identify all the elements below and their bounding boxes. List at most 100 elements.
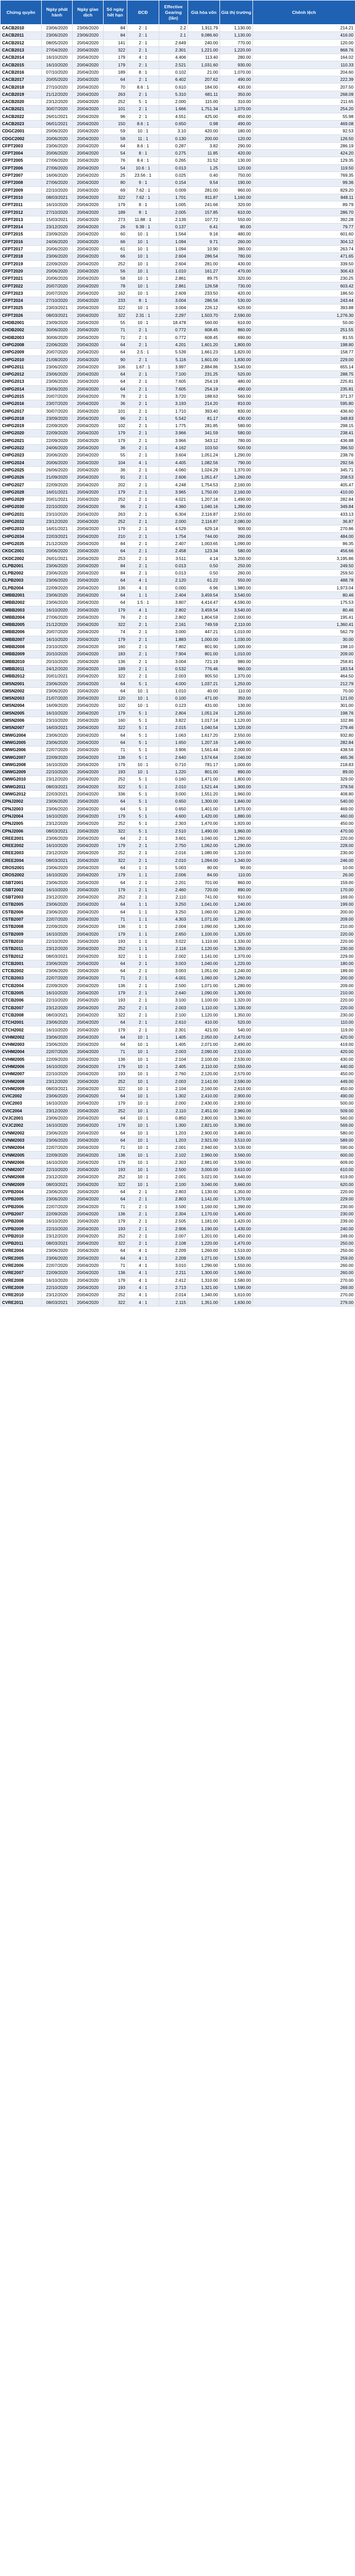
cell-issue-date: 21/09/2020 <box>41 473 73 482</box>
cell-conversion-ratio: 2 : 1 <box>127 385 159 393</box>
cell-effective-gearing: 2.500 <box>159 981 188 990</box>
cell-effective-gearing: 2.802 <box>159 613 188 622</box>
cell-warrant-code: CFPT2014 <box>0 223 42 231</box>
cell-issue-date: 22/10/2020 <box>41 1070 73 1078</box>
table-row: CACB2010 23/06/2020 23/06/2020 84 2 : 1 2.2 1,… <box>0 24 355 32</box>
table-row: CMBB2005 21/12/2020 20/04/2020 322 2 : 1 2.16… <box>0 621 355 629</box>
cell-conversion-ratio: 4 : 1 <box>127 1254 159 1262</box>
cell-breakeven-price: 107.72 <box>188 215 220 224</box>
cell-conversion-ratio: 1.67 : 1 <box>127 363 159 371</box>
cell-days-to-expiry: 322 <box>103 1084 127 1093</box>
cell-days-to-expiry: 64 <box>103 959 127 968</box>
cell-trade-date: 20/04/2020 <box>72 333 104 342</box>
cell-days-to-expiry: 71 <box>103 1261 127 1270</box>
cell-days-to-expiry: 252 <box>103 945 127 953</box>
cell-market-price: 1,920.00 <box>219 820 253 828</box>
table-row: CVIC2003 16/10/2020 20/04/2020 179 10 : 1 2.0… <box>0 1099 355 1108</box>
cell-trade-date: 20/04/2020 <box>72 834 104 842</box>
cell-breakeven-price: 801.90 <box>188 642 220 651</box>
cell-effective-gearing: 7.100 <box>159 370 188 379</box>
cell-days-to-expiry: 322 <box>103 672 127 681</box>
cell-difference: 50.00 <box>252 318 355 327</box>
cell-breakeven-price: 200.00 <box>188 134 220 143</box>
cell-market-price: 1,610.00 <box>219 1291 253 1299</box>
cell-issue-date: 23/06/2020 <box>41 24 73 32</box>
cell-warrant-code: CVHM2005 <box>0 1055 42 1063</box>
cell-days-to-expiry: 179 <box>103 841 127 850</box>
cell-effective-gearing: 2.102 <box>159 1151 188 1159</box>
cell-days-to-expiry: 179 <box>103 488 127 497</box>
cell-trade-date: 20/04/2020 <box>72 915 104 924</box>
table-row: CHDB2002 30/06/2020 20/04/2020 71 2 : 1 0.772… <box>0 326 355 334</box>
cell-difference: 225.81 <box>252 378 355 386</box>
cell-days-to-expiry: 64 <box>103 863 127 872</box>
cell-breakeven-price: 447.21 <box>188 628 220 636</box>
cell-conversion-ratio: 2 : 1 <box>127 326 159 334</box>
cell-market-price: 2,000.00 <box>219 746 253 754</box>
cell-issue-date: 23/07/2020 <box>41 400 73 408</box>
table-row: CTCB2001 23/06/2020 20/04/2020 64 2 : 1 3.003… <box>0 959 355 968</box>
cell-effective-gearing: 2.609 <box>159 289 188 297</box>
cell-days-to-expiry: 252 <box>103 97 127 106</box>
cell-days-to-expiry: 252 <box>103 1232 127 1240</box>
cell-trade-date: 20/04/2020 <box>72 473 104 482</box>
cell-effective-gearing: 2.211 <box>159 1269 188 1277</box>
table-row: CFPT2016 24/06/2020 20/04/2020 66 10 : 1 1.09… <box>0 238 355 246</box>
table-row: CMBB2011 24/12/2020 20/04/2020 189 2 : 1 0.53… <box>0 665 355 673</box>
cell-warrant-code: CMSN2002 <box>0 687 42 696</box>
cell-issue-date: 22/10/2020 <box>41 1166 73 1174</box>
cell-days-to-expiry: 322 <box>103 1239 127 1248</box>
cell-warrant-code: CVRE2005 <box>0 1254 42 1262</box>
cell-trade-date: 20/04/2020 <box>72 164 104 172</box>
table-row: CHPG2024 20/06/2020 20/04/2020 104 4 : 1 4.40… <box>0 459 355 467</box>
cell-trade-date: 20/04/2020 <box>72 488 104 497</box>
table-row: CHPG2029 20/01/2021 20/04/2020 252 2 : 1 4.02… <box>0 495 355 504</box>
cell-issue-date: 23/06/2020 <box>41 959 73 968</box>
table-row: CVRE2005 23/06/2020 20/04/2020 64 4 : 1 2.209… <box>0 1254 355 1262</box>
cell-warrant-code: CFPT2013 <box>0 215 42 224</box>
cell-effective-gearing: 4.551 <box>159 112 188 121</box>
cell-days-to-expiry: 90 <box>103 355 127 364</box>
cell-days-to-expiry: 71 <box>103 746 127 754</box>
table-row: CFPT2019 22/09/2020 20/04/2020 252 10 : 1 2.6… <box>0 260 355 268</box>
cell-effective-gearing: 18.478 <box>159 318 188 327</box>
cell-breakeven-price: 1,201.00 <box>188 1232 220 1240</box>
cell-warrant-code: CFPT2006 <box>0 164 42 172</box>
cell-conversion-ratio: 8 : 1 <box>127 201 159 209</box>
cell-days-to-expiry: 84 <box>103 24 127 32</box>
cell-conversion-ratio: 1 : 1 <box>127 930 159 938</box>
cell-effective-gearing: 0.100 <box>159 694 188 703</box>
cell-warrant-code: CACB2015 <box>0 61 42 69</box>
cell-market-price: 1,130.00 <box>219 24 253 32</box>
cell-issue-date: 16/10/2020 <box>41 841 73 850</box>
cell-difference: 449.00 <box>252 1077 355 1086</box>
cell-breakeven-price: 40.00 <box>188 687 220 696</box>
cell-trade-date: 20/04/2020 <box>72 1077 104 1086</box>
cell-warrant-code: CVHM2007 <box>0 1070 42 1078</box>
cell-effective-gearing: 2.650 <box>159 930 188 938</box>
cell-difference: 220.00 <box>252 1188 355 1196</box>
cell-warrant-code: CVNM2004 <box>0 1144 42 1152</box>
cell-effective-gearing: 2.016 <box>159 849 188 857</box>
cell-issue-date: 26/01/2021 <box>41 112 73 121</box>
table-row: CTCB2006 22/10/2020 20/04/2020 193 2 : 1 3.10… <box>0 996 355 1005</box>
cell-breakeven-price: 1,110.00 <box>188 1004 220 1012</box>
cell-trade-date: 20/04/2020 <box>72 591 104 600</box>
cell-issue-date: 16/03/2021 <box>41 724 73 732</box>
table-row: CVPB2011 08/03/2021 20/04/2020 322 2 : 1 2.10… <box>0 1239 355 1248</box>
cell-difference: 540.00 <box>252 798 355 806</box>
cell-breakeven-price: 126.58 <box>188 282 220 290</box>
cell-difference: 81.55 <box>252 333 355 342</box>
cell-days-to-expiry: 322 <box>103 46 127 55</box>
cell-issue-date: 23/06/2020 <box>41 901 73 909</box>
cell-trade-date: 20/04/2020 <box>72 599 104 607</box>
cell-breakeven-price: 1,751.34 <box>188 105 220 113</box>
cell-issue-date: 16/01/2021 <box>41 488 73 497</box>
cell-breakeven-price: 2,071.00 <box>188 1040 220 1049</box>
cell-trade-date: 20/04/2020 <box>72 348 104 357</box>
cell-conversion-ratio: 5 : 1 <box>127 716 159 725</box>
cell-effective-gearing: 2.001 <box>159 1173 188 1181</box>
table-row: CFPT2012 27/10/2020 20/04/2020 189 8 : 1 2.00… <box>0 208 355 216</box>
cell-days-to-expiry: 322 <box>103 1011 127 1020</box>
cell-breakeven-price: 1,060.00 <box>188 974 220 982</box>
